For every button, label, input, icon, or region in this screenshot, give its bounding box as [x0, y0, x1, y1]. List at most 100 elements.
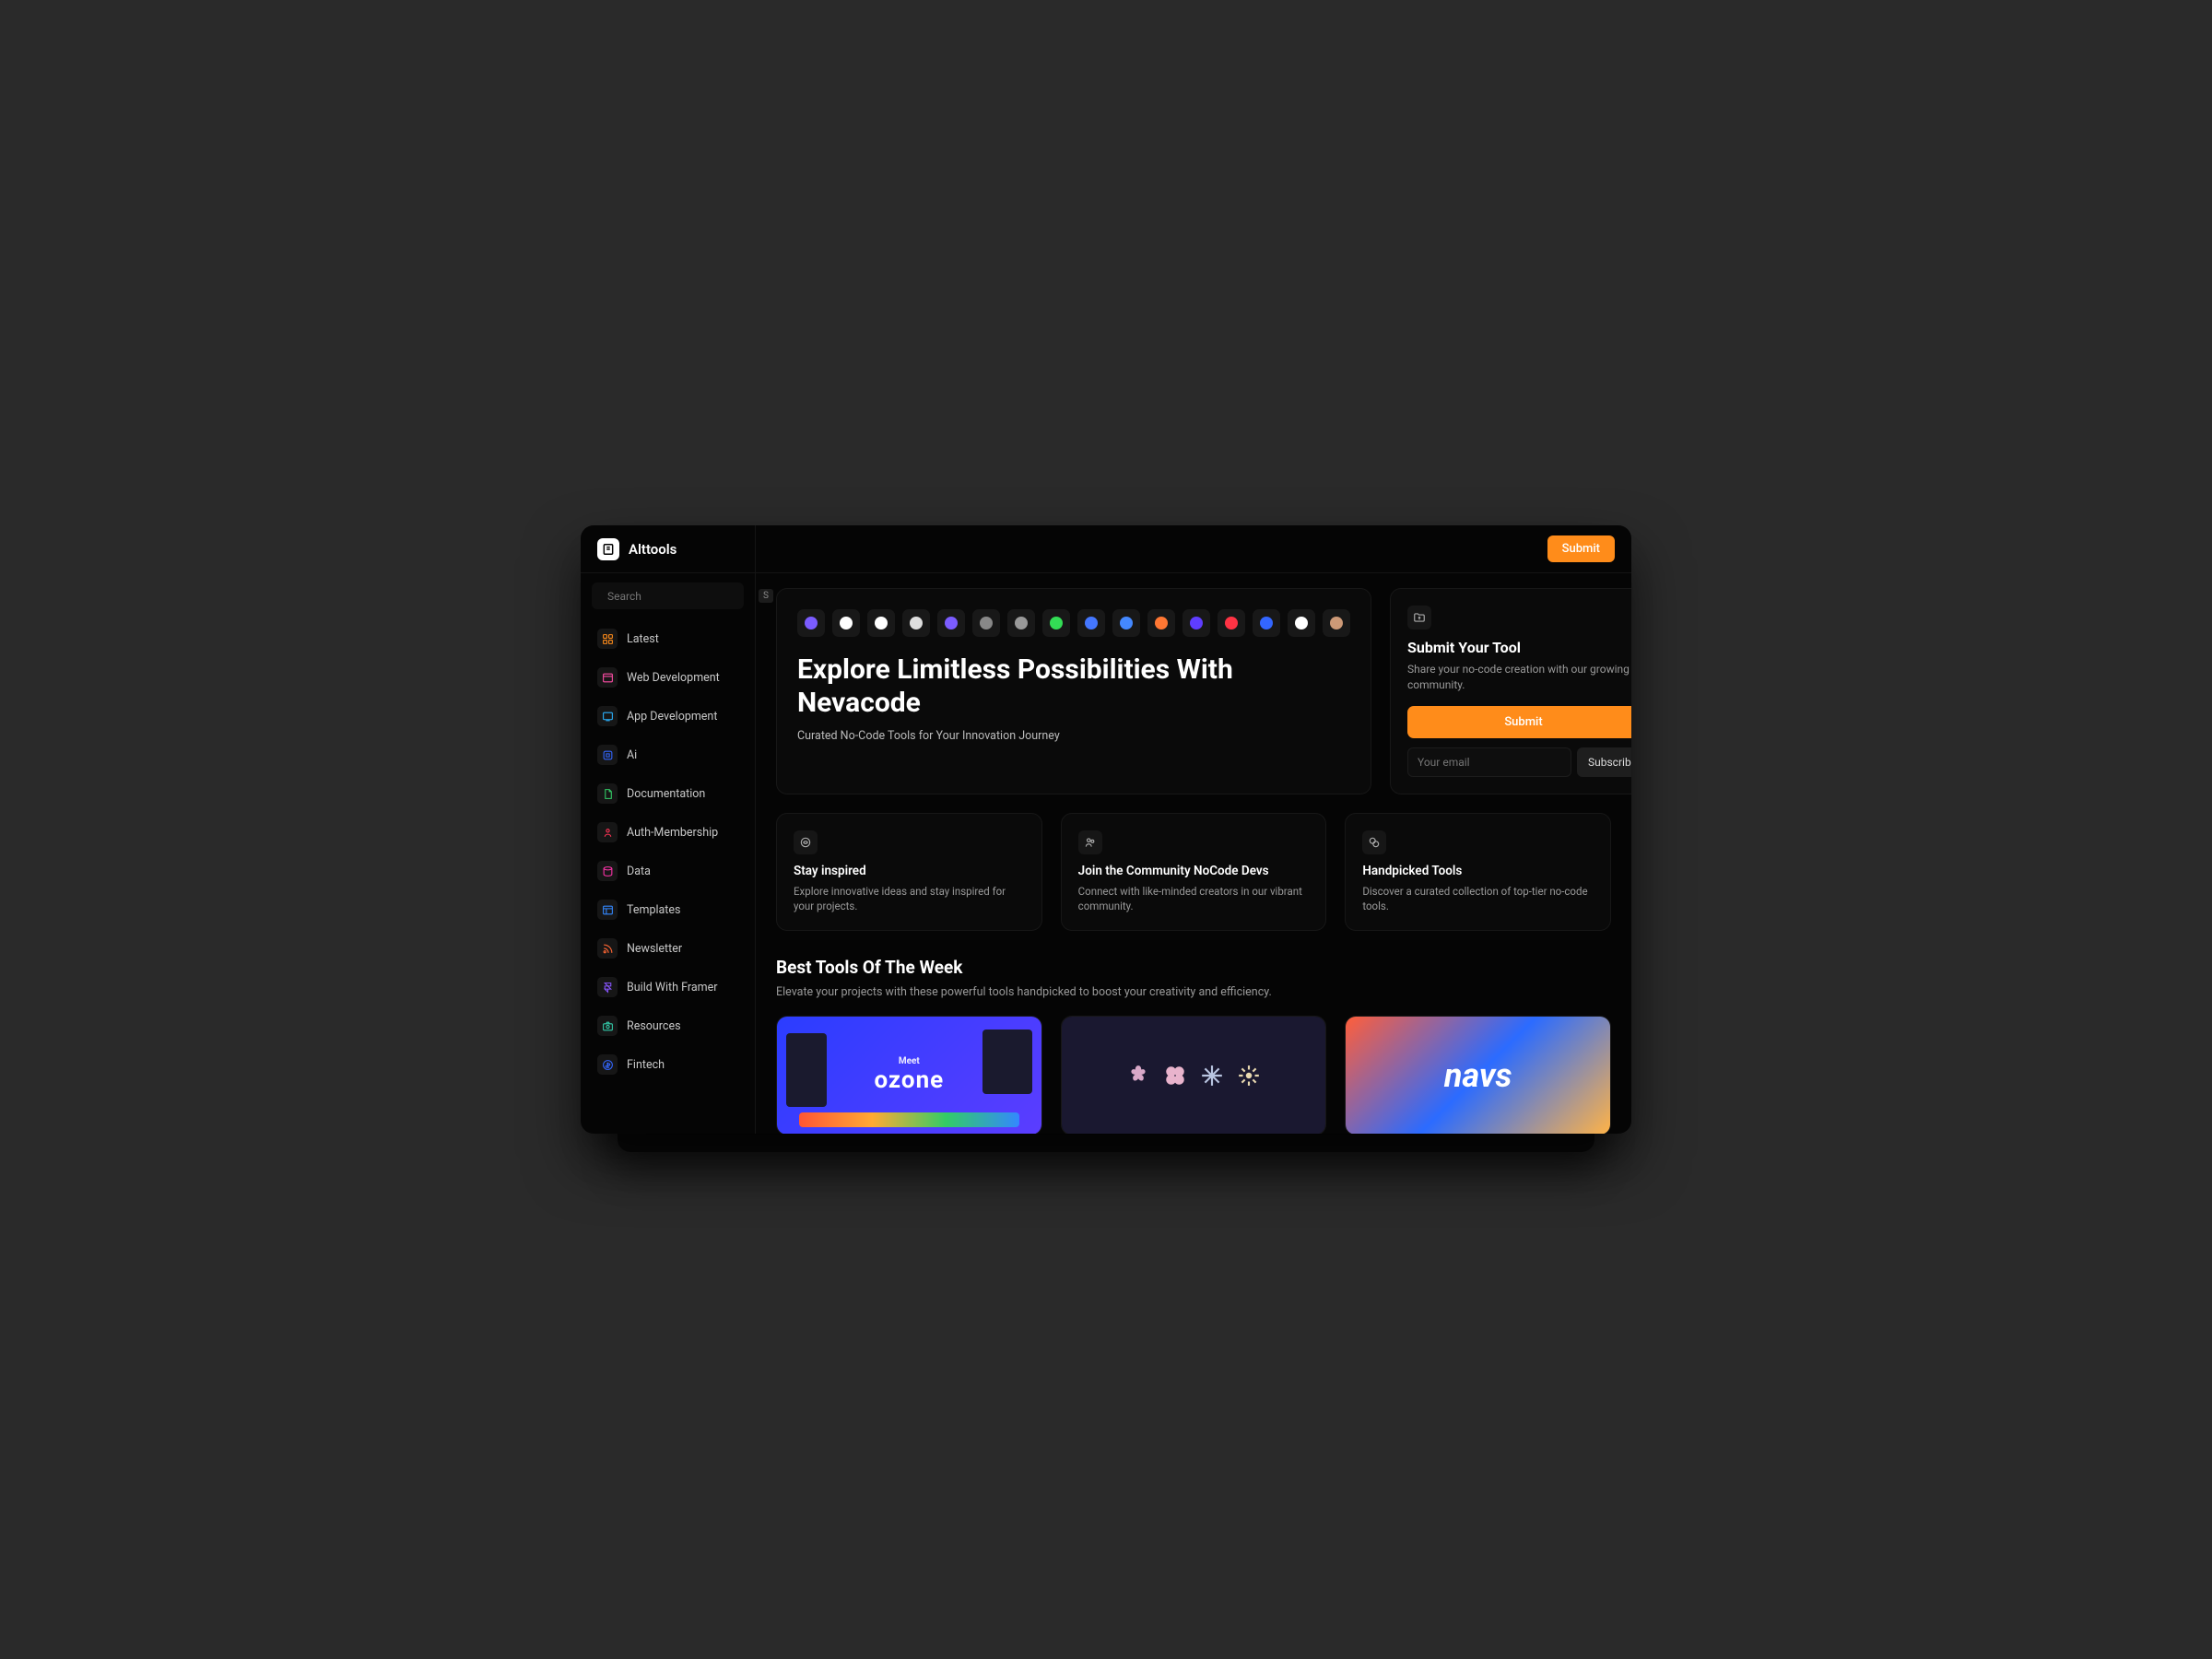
tool-icon-strip — [797, 609, 1350, 637]
main-content: Explore Limitless Possibilities With Nev… — [756, 525, 1631, 1134]
tool-grid: Meet ozone navs — [776, 1016, 1611, 1134]
tool-mini-icon[interactable] — [902, 609, 930, 637]
tool-mini-icon[interactable] — [1007, 609, 1035, 637]
tool-name: navs — [1444, 1056, 1512, 1095]
info-card-title: Stay inspired — [794, 864, 1025, 878]
info-card-title: Join the Community NoCode Devs — [1078, 864, 1310, 878]
sidebar-item-templates[interactable]: Templates — [590, 891, 746, 928]
sidebar-item-latest[interactable]: Latest — [590, 620, 746, 657]
framer-icon — [597, 977, 618, 997]
sidebar-item-label: Newsletter — [627, 942, 682, 956]
rss-icon — [597, 938, 618, 959]
info-card[interactable]: Stay inspired Explore innovative ideas an… — [776, 813, 1042, 931]
ai-icon — [597, 745, 618, 765]
tool-mini-icon[interactable] — [972, 609, 1000, 637]
tool-mini-icon[interactable] — [1288, 609, 1315, 637]
folder-upload-icon — [1407, 606, 1431, 629]
tool-mini-icon[interactable] — [832, 609, 860, 637]
tool-card-shapes[interactable] — [1061, 1016, 1327, 1134]
sidebar-item-auth-membership[interactable]: Auth-Membership — [590, 814, 746, 851]
sidebar-item-ai[interactable]: Ai — [590, 736, 746, 773]
app-icon — [597, 706, 618, 726]
info-card-icon — [1362, 830, 1386, 854]
sidebar-item-label: Build With Framer — [627, 981, 717, 994]
info-card-desc: Discover a curated collection of top-tie… — [1362, 884, 1594, 913]
submit-card-title: Submit Your Tool — [1407, 639, 1631, 656]
tool-mini-icon[interactable] — [1182, 609, 1210, 637]
sidebar-item-label: Data — [627, 865, 651, 878]
sidebar-item-label: Auth-Membership — [627, 826, 718, 840]
sidebar-item-build-with-framer[interactable]: Build With Framer — [590, 969, 746, 1006]
sidebar-item-label: Resources — [627, 1019, 681, 1033]
info-card-desc: Explore innovative ideas and stay inspir… — [794, 884, 1025, 913]
nav: Latest Web Development App Development Ai Do… — [581, 620, 755, 1083]
info-card[interactable]: Handpicked Tools Discover a curated colle… — [1345, 813, 1611, 931]
window-icon — [597, 667, 618, 688]
submit-card-desc: Share your no-code creation with our gro… — [1407, 662, 1631, 693]
sidebar-item-label: Latest — [627, 632, 659, 646]
tool-mini-icon[interactable] — [1042, 609, 1070, 637]
tool-name: ozone — [874, 1066, 944, 1094]
search-input-wrapper[interactable]: S — [592, 582, 744, 609]
info-card-desc: Connect with like-minded creators in our… — [1078, 884, 1310, 913]
sidebar-item-label: Templates — [627, 903, 680, 917]
camera-icon — [597, 1016, 618, 1036]
info-card[interactable]: Join the Community NoCode Devs Connect wi… — [1061, 813, 1327, 931]
week-section-subtitle: Elevate your projects with these powerfu… — [776, 985, 1611, 999]
tool-mini-icon[interactable] — [797, 609, 825, 637]
tool-tagline: Meet — [874, 1056, 944, 1066]
tool-mini-icon[interactable] — [1253, 609, 1280, 637]
clover-icon — [1163, 1064, 1187, 1088]
sidebar-item-newsletter[interactable]: Newsletter — [590, 930, 746, 967]
hero-title: Explore Limitless Possibilities With Nev… — [797, 653, 1350, 720]
tool-mini-icon[interactable] — [937, 609, 965, 637]
sidebar-item-data[interactable]: Data — [590, 853, 746, 889]
header: Alttools Submit — [581, 525, 1631, 573]
tool-mini-icon[interactable] — [1077, 609, 1105, 637]
template-icon — [597, 900, 618, 920]
tool-card-ozone[interactable]: Meet ozone — [776, 1016, 1042, 1134]
sidebar-item-label: App Development — [627, 710, 717, 724]
sidebar-item-label: Documentation — [627, 787, 705, 801]
email-input[interactable] — [1407, 747, 1571, 777]
submit-tool-button[interactable]: Submit — [1407, 706, 1631, 738]
tool-mini-icon[interactable] — [1112, 609, 1140, 637]
search-input[interactable] — [607, 590, 751, 603]
info-card-icon — [1078, 830, 1102, 854]
auth-icon — [597, 822, 618, 842]
sidebar: S Latest Web Development App Development Ai… — [581, 525, 756, 1134]
subscribe-button[interactable]: Subscribe — [1577, 747, 1631, 777]
data-icon — [597, 861, 618, 881]
tool-mini-icon[interactable] — [867, 609, 895, 637]
hero-subtitle: Curated No-Code Tools for Your Innovatio… — [797, 729, 1350, 743]
sidebar-item-resources[interactable]: Resources — [590, 1007, 746, 1044]
brand-name: Alttools — [629, 541, 677, 558]
submit-tool-card: Submit Your Tool Share your no-code crea… — [1390, 588, 1631, 794]
sidebar-item-label: Web Development — [627, 671, 720, 685]
sidebar-item-web-development[interactable]: Web Development — [590, 659, 746, 696]
hero-card: Explore Limitless Possibilities With Nev… — [776, 588, 1371, 794]
tool-mini-icon[interactable] — [1323, 609, 1350, 637]
sun-icon — [1237, 1064, 1261, 1088]
tool-mini-icon[interactable] — [1218, 609, 1245, 637]
info-card-title: Handpicked Tools — [1362, 864, 1594, 878]
sidebar-item-label: Fintech — [627, 1058, 665, 1072]
tool-mini-icon[interactable] — [1147, 609, 1175, 637]
tool-card-navs[interactable]: navs — [1345, 1016, 1611, 1134]
sidebar-item-app-development[interactable]: App Development — [590, 698, 746, 735]
info-card-icon — [794, 830, 818, 854]
header-submit-button[interactable]: Submit — [1547, 535, 1615, 562]
brand[interactable]: Alttools — [597, 538, 677, 560]
sidebar-item-documentation[interactable]: Documentation — [590, 775, 746, 812]
asterisk-icon — [1200, 1064, 1224, 1088]
grid-icon — [597, 629, 618, 649]
sidebar-item-label: Ai — [627, 748, 637, 762]
logo-icon — [597, 538, 619, 560]
flower-icon — [1126, 1064, 1150, 1088]
app-window: Alttools Submit S Latest Web Development A… — [581, 525, 1631, 1134]
doc-icon — [597, 783, 618, 804]
sidebar-item-fintech[interactable]: Fintech — [590, 1046, 746, 1083]
info-cards-row: Stay inspired Explore innovative ideas an… — [776, 813, 1611, 931]
week-section-title: Best Tools Of The Week — [776, 957, 1611, 978]
fintech-icon — [597, 1054, 618, 1075]
